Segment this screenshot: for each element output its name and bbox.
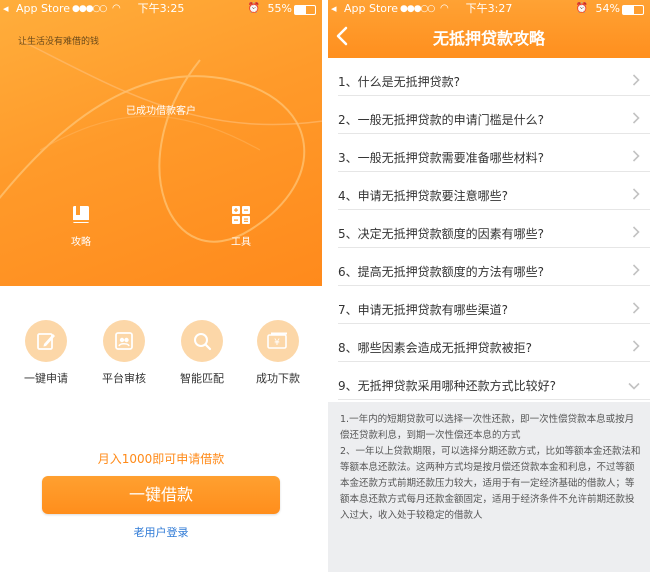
step-circle [181,320,223,362]
status-bar: ◂ App Store ●●●○○ ◠ 下午3:27 ⏰ 54% [328,0,650,18]
battery-percentage: 54% [595,2,620,15]
step-circle [25,320,67,362]
chevron-right-icon [632,264,640,276]
faq-question: 1、什么是无抵押贷款? [338,75,461,89]
faq-item[interactable]: 3、一般无抵押贷款需要准备哪些材料? [338,134,650,172]
tools-label: 工具 [231,237,251,248]
process-steps: 一键申请 平台审核 智能匹配 ¥ 成功下款 [0,320,322,390]
faq-question: 8、哪些因素会造成无抵押贷款被拒? [338,341,533,355]
battery-fill [623,6,634,14]
faq-item[interactable]: 7、申请无抵押贷款有哪些渠道? [338,286,650,324]
chevron-right-icon [632,74,640,86]
battery-percentage: 55% [267,2,292,15]
faq-item[interactable]: 5、决定无抵押贷款额度的因素有哪些? [338,210,650,248]
step-review[interactable]: 平台审核 [88,320,160,386]
faq-item[interactable]: 4、申请无抵押贷款要注意哪些? [338,172,650,210]
chevron-right-icon [632,226,640,238]
guide-screen: 无抵押贷款攻略 ◂ App Store ●●●○○ ◠ 下午3:27 ⏰ 54%… [328,0,650,572]
step-label: 成功下款 [256,372,300,385]
promo-text: 月入1000即可申请借款 [97,452,225,466]
step-match[interactable]: 智能匹配 [166,320,238,386]
faq-list: 1、什么是无抵押贷款? 2、一般无抵押贷款的申请门槛是什么? 3、一般无抵押贷款… [328,58,650,400]
faq-item[interactable]: 6、提高无抵押贷款额度的方法有哪些? [338,248,650,286]
step-label: 平台审核 [102,372,146,385]
book-icon [73,206,89,223]
alarm-icon: ⏰ [575,3,588,14]
battery-fill [295,6,306,14]
hero-banner: 让生活没有难借的钱 已成功借款客户 攻略 工具 [0,0,322,286]
chevron-right-icon [632,302,640,314]
chevron-right-icon [632,150,640,162]
answer-paragraph: 2、一年以上贷款期限，可以选择分期还款方式，比如等额本金还款法和等额本息还款法。… [340,446,641,521]
faq-question: 5、决定无抵押贷款额度的因素有哪些? [338,227,545,241]
chevron-right-icon [632,112,640,124]
step-apply[interactable]: 一键申请 [10,320,82,386]
faq-item[interactable]: 8、哪些因素会造成无抵押贷款被拒? [338,324,650,362]
existing-user-login-link[interactable]: 老用户登录 [0,524,322,540]
faq-question: 3、一般无抵押贷款需要准备哪些材料? [338,151,545,165]
tools-button[interactable]: 工具 [221,204,261,249]
guide-label: 攻略 [71,237,91,248]
alarm-icon: ⏰ [247,3,260,14]
faq-item[interactable]: 1、什么是无抵押贷款? [338,58,650,96]
edit-icon [37,333,55,350]
faq-question: 7、申请无抵押贷款有哪些渠道? [338,303,509,317]
faq-answer-panel: 1.一年内的短期贷款可以选择一次性还款，即一次性偿贷款本息或按月偿还贷款利息，到… [328,402,650,572]
page-title: 无抵押贷款攻略 [432,29,545,48]
money-icon: ¥ [267,332,287,349]
chevron-down-icon [628,382,640,390]
success-customers-label: 已成功借款客户 [126,106,196,117]
status-bar: ◂ App Store ●●●○○ ◠ 下午3:25 ⏰ 55% [0,0,322,18]
faq-question: 9、无抵押贷款采用哪种还款方式比较好? [338,379,557,393]
svg-text:¥: ¥ [274,338,280,348]
guide-button[interactable]: 攻略 [61,204,101,249]
step-circle: ¥ [257,320,299,362]
search-icon [194,333,212,351]
answer-paragraph: 1.一年内的短期贷款可以选择一次性还款，即一次性偿贷款本息或按月偿还贷款利息，到… [340,414,635,441]
faq-item-expanded[interactable]: 9、无抵押贷款采用哪种还款方式比较好? [338,362,650,400]
faq-question: 6、提高无抵押贷款额度的方法有哪些? [338,265,545,279]
one-click-loan-button[interactable]: 一键借款 [42,476,280,514]
step-label: 一键申请 [24,372,68,385]
home-screen: 让生活没有难借的钱 已成功借款客户 攻略 工具 ◂ App Store ●●●○… [0,0,322,572]
battery-icon [294,5,316,15]
chevron-right-icon [632,188,640,200]
faq-question: 2、一般无抵押贷款的申请门槛是什么? [338,113,545,127]
calculator-icon [232,206,250,224]
faq-question: 4、申请无抵押贷款要注意哪些? [338,189,509,203]
battery-icon [622,5,644,15]
faq-item[interactable]: 2、一般无抵押贷款的申请门槛是什么? [338,96,650,134]
step-label: 智能匹配 [180,372,224,385]
slogan-text: 让生活没有难借的钱 [18,37,100,47]
chevron-right-icon [632,340,640,352]
step-disburse[interactable]: ¥ 成功下款 [242,320,314,386]
step-circle [103,320,145,362]
review-icon [115,332,133,350]
